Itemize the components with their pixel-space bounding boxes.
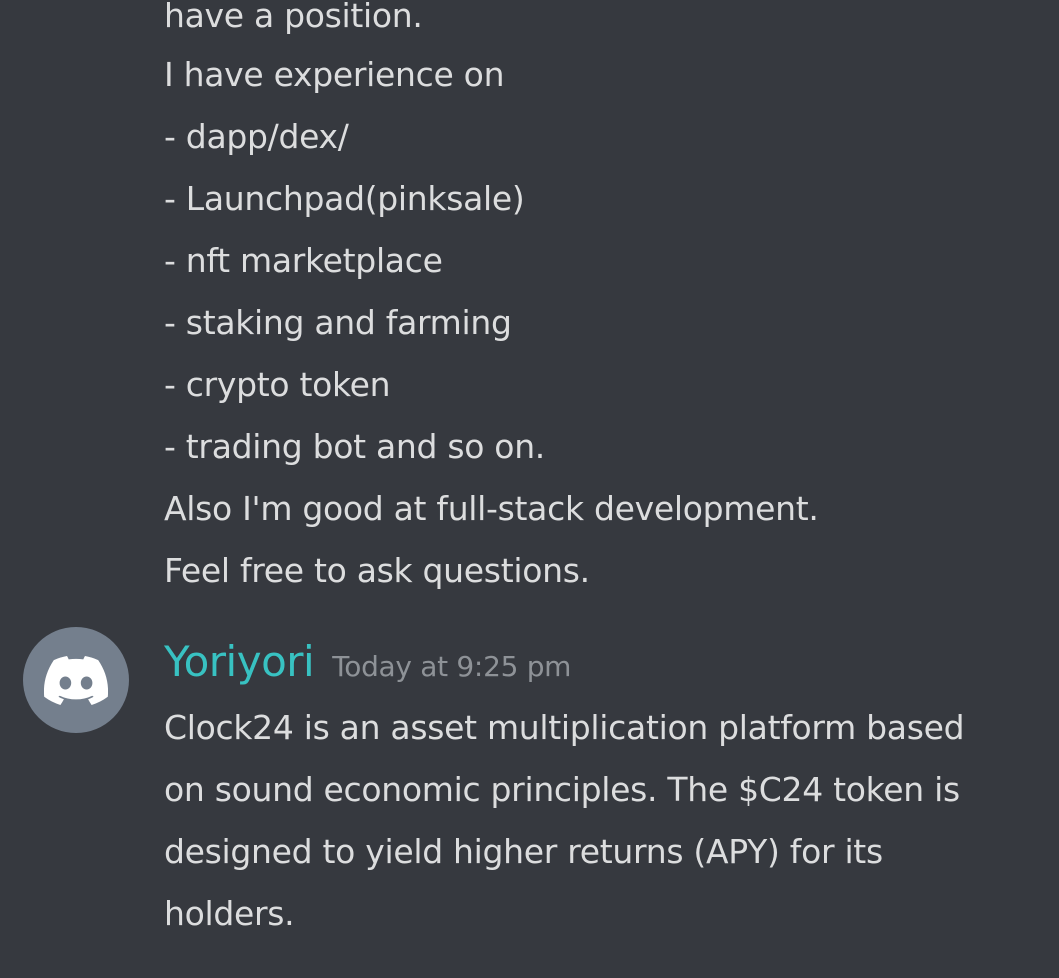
chat-message-list: have a position. I have experience on - … <box>0 0 1059 978</box>
message-line: - crypto token <box>164 365 391 404</box>
avatar[interactable] <box>23 627 129 733</box>
message-line: on sound economic principles. The $C24 t… <box>164 770 960 809</box>
message-line: Feel free to ask questions. <box>164 551 590 590</box>
message-line: have a position. <box>164 0 423 35</box>
message-line: Also I'm good at full-stack development. <box>164 489 819 528</box>
username[interactable]: Yoriyori <box>164 632 315 692</box>
message-line: - trading bot and so on. <box>164 427 546 466</box>
message-timestamp[interactable]: Today at 9:25 pm <box>332 637 571 697</box>
message-line: - staking and farming <box>164 303 512 342</box>
message-line: - nft marketplace <box>164 241 443 280</box>
message-line: I have experience on <box>164 55 505 94</box>
message-line: - Launchpad(pinksale) <box>164 179 525 218</box>
message-line: Clock24 is an asset multiplication platf… <box>164 708 965 747</box>
message-header: Yoriyori Today at 9:25 pm <box>164 632 571 692</box>
discord-logo-icon <box>44 655 108 705</box>
message-line: holders. <box>164 894 295 933</box>
message-line: - dapp/dex/ <box>164 117 349 156</box>
message-line: designed to yield higher returns (APY) f… <box>164 832 883 871</box>
